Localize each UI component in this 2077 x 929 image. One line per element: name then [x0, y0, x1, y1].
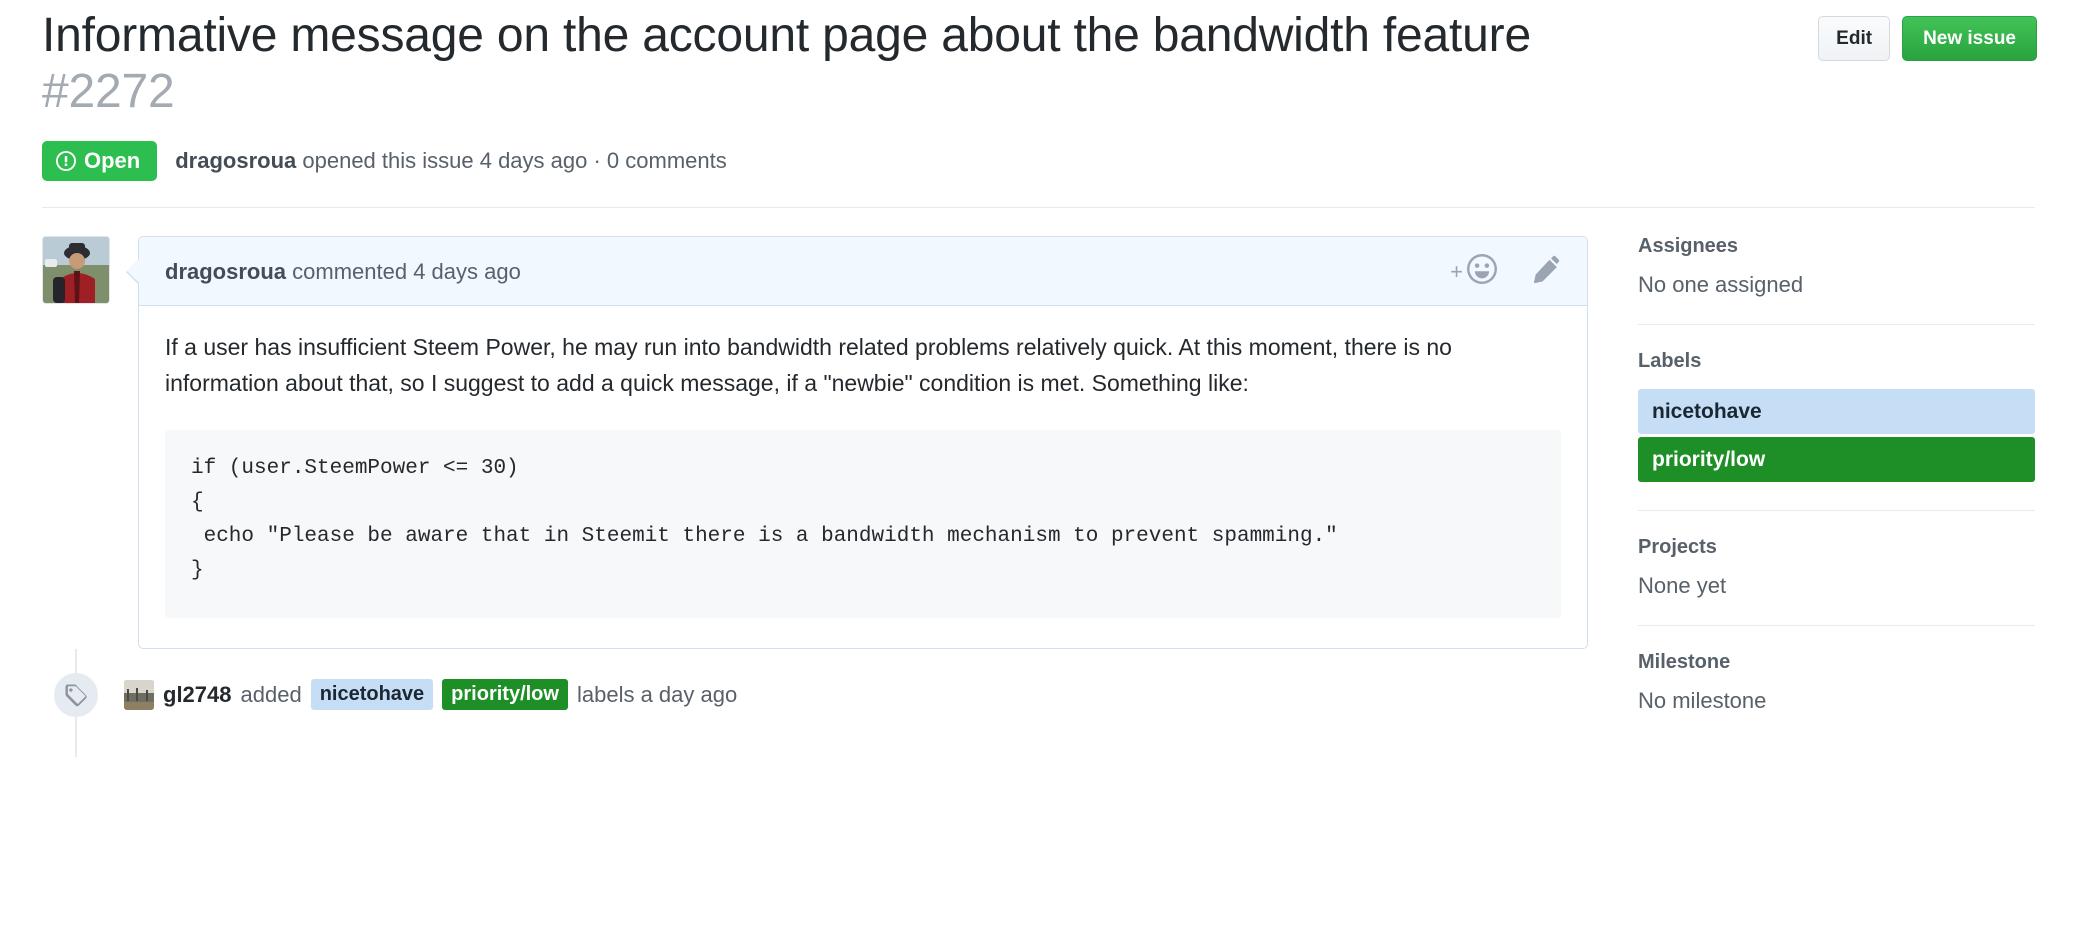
- edit-comment-icon[interactable]: [1531, 254, 1561, 289]
- issue-meta-text: dragosroua opened this issue 4 days ago …: [175, 150, 727, 172]
- issue-layout: dragosroua commented 4 days ago + If a u…: [0, 236, 2077, 757]
- status-badge: Open: [42, 141, 158, 182]
- comment-box: dragosroua commented 4 days ago + If a u…: [126, 236, 1588, 649]
- event-verb: added: [240, 681, 302, 707]
- issue-meta: Open dragosroua opened this issue 4 days…: [42, 141, 2037, 182]
- new-issue-button[interactable]: New issue: [1902, 16, 2037, 61]
- issue-meta-suffix: opened this issue 4 days ago · 0 comment…: [296, 148, 727, 174]
- sidebar-section-assignees: Assignees No one assigned: [1638, 236, 2035, 296]
- issue-opened-icon: [56, 151, 76, 172]
- sidebar-divider-1: [1638, 324, 2035, 326]
- sidebar-section-projects: Projects None yet: [1638, 537, 2035, 597]
- main-column: dragosroua commented 4 days ago + If a u…: [42, 236, 1588, 757]
- add-reaction-button[interactable]: +: [1450, 254, 1497, 289]
- assignees-title[interactable]: Assignees: [1638, 236, 2035, 256]
- event-label-priority-low[interactable]: priority/low: [442, 679, 568, 711]
- issue-title-text: Informative message on the account page …: [42, 9, 1531, 62]
- code-text: if (user.SteemPower <= 30) { echo "Pleas…: [191, 456, 1338, 582]
- comment-author[interactable]: dragosroua: [165, 259, 286, 284]
- sidebar-section-milestone: Milestone No milestone: [1638, 652, 2035, 712]
- comment-text: If a user has insufficient Steem Power, …: [165, 334, 1452, 396]
- assignees-value: No one assigned: [1638, 272, 1804, 298]
- sidebar-divider-2: [1638, 510, 2035, 512]
- projects-title[interactable]: Projects: [1638, 537, 2035, 557]
- sidebar: Assignees No one assigned Labels nicetoh…: [1588, 236, 2035, 716]
- title-row: Informative message on the account page …: [42, 8, 2037, 119]
- sidebar-section-labels: Labels nicetohave priority/low: [1638, 351, 2035, 483]
- smiley-icon: [1467, 254, 1497, 289]
- sidebar-label-priority-low[interactable]: priority/low: [1638, 437, 2035, 483]
- timeline: gl2748 added nicetohave priority/low lab…: [54, 648, 1588, 757]
- sidebar-label-nicetohave[interactable]: nicetohave: [1638, 389, 2035, 435]
- issue-number: #2272: [42, 64, 175, 118]
- code-block: if (user.SteemPower <= 30) { echo "Pleas…: [165, 429, 1561, 618]
- avatar[interactable]: [42, 236, 110, 305]
- milestone-title[interactable]: Milestone: [1638, 652, 2035, 672]
- comment-header: dragosroua commented 4 days ago +: [139, 237, 1587, 307]
- issue-header: Informative message on the account page …: [0, 0, 2077, 182]
- projects-value: None yet: [1638, 573, 1727, 599]
- comment-action: commented 4 days ago: [286, 258, 521, 284]
- comment-author-line: dragosroua commented 4 days ago: [165, 258, 521, 284]
- milestone-value: No milestone: [1638, 688, 1767, 714]
- comment-header-actions: +: [1450, 254, 1561, 289]
- timeline-event-labeled: gl2748 added nicetohave priority/low lab…: [54, 649, 1588, 717]
- issue-author[interactable]: dragosroua: [175, 148, 296, 173]
- sidebar-divider-3: [1638, 625, 2035, 627]
- comment-body: If a user has insufficient Steem Power, …: [139, 306, 1587, 647]
- page-title: Informative message on the account page …: [42, 8, 1562, 119]
- event-actor[interactable]: gl2748: [163, 683, 232, 706]
- timeline-event-text: gl2748 added nicetohave priority/low lab…: [124, 679, 738, 711]
- event-label-nicetohave[interactable]: nicetohave: [310, 679, 434, 711]
- tag-icon: [54, 672, 98, 717]
- status-badge-label: Open: [84, 148, 141, 174]
- event-avatar[interactable]: [124, 679, 154, 710]
- header-actions: Edit New issue: [1818, 8, 2037, 61]
- labels-list: nicetohave priority/low: [1638, 389, 2035, 483]
- labels-title[interactable]: Labels: [1638, 351, 2035, 371]
- plus-icon: +: [1450, 258, 1463, 284]
- comment-row: dragosroua commented 4 days ago + If a u…: [42, 236, 1588, 649]
- event-suffix: labels a day ago: [576, 681, 738, 707]
- edit-button[interactable]: Edit: [1818, 16, 1891, 61]
- header-divider: [42, 207, 2035, 209]
